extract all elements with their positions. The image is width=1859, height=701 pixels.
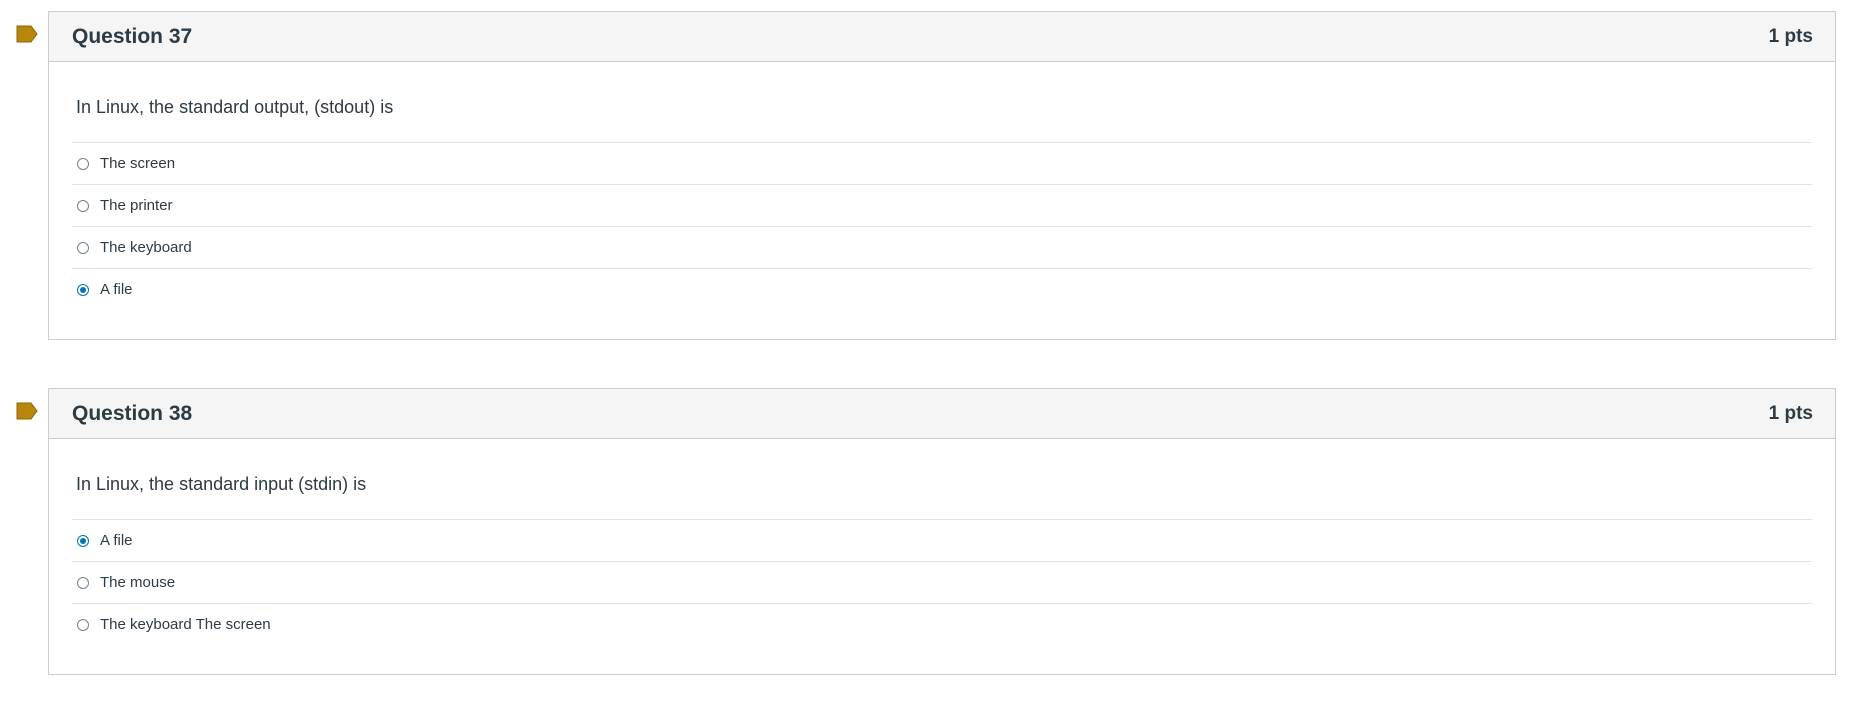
flag-icon[interactable] xyxy=(16,25,38,43)
answer-option[interactable]: The mouse xyxy=(72,561,1812,603)
answer-label[interactable]: The screen xyxy=(100,155,175,172)
answer-label[interactable]: The mouse xyxy=(100,574,175,591)
question-38: Question 38 1 pts In Linux, the standard… xyxy=(48,388,1836,675)
answer-option[interactable]: The screen xyxy=(72,142,1812,184)
answer-label[interactable]: The keyboard The screen xyxy=(100,616,271,633)
answer-label[interactable]: A file xyxy=(100,532,133,549)
answer-option[interactable]: The keyboard xyxy=(72,226,1812,268)
radio-button[interactable] xyxy=(77,576,89,589)
radio-button[interactable] xyxy=(77,199,89,212)
answer-label[interactable]: The printer xyxy=(100,197,173,214)
question-points: 1 pts xyxy=(1768,25,1813,47)
answer-option[interactable]: The printer xyxy=(72,184,1812,226)
answer-option[interactable]: The keyboard The screen xyxy=(72,603,1812,645)
radio-button[interactable] xyxy=(77,157,89,170)
question-text: In Linux, the standard output, (stdout) … xyxy=(76,97,394,117)
answer-list: The screen The printer The keyboard A fi… xyxy=(72,142,1812,310)
answer-option[interactable]: A file xyxy=(72,519,1812,561)
question-header: Question 38 1 pts xyxy=(49,389,1835,439)
answer-list: A file The mouse The keyboard The screen xyxy=(72,519,1812,645)
question-37: Question 37 1 pts In Linux, the standard… xyxy=(48,11,1836,340)
radio-button[interactable] xyxy=(77,618,89,631)
question-body: In Linux, the standard output, (stdout) … xyxy=(49,62,1835,310)
answer-option[interactable]: A file xyxy=(72,268,1812,310)
question-header: Question 37 1 pts xyxy=(49,12,1835,62)
flag-icon[interactable] xyxy=(16,402,38,420)
question-points: 1 pts xyxy=(1768,402,1813,424)
question-title: Question 38 xyxy=(72,401,193,425)
radio-button-selected[interactable] xyxy=(77,534,89,547)
answer-label[interactable]: The keyboard xyxy=(100,239,192,256)
question-text: In Linux, the standard input (stdin) is xyxy=(76,474,367,494)
question-body: In Linux, the standard input (stdin) is … xyxy=(49,439,1835,645)
question-title: Question 37 xyxy=(72,24,193,48)
radio-button-selected[interactable] xyxy=(77,283,89,296)
radio-button[interactable] xyxy=(77,241,89,254)
answer-label[interactable]: A file xyxy=(100,281,133,298)
